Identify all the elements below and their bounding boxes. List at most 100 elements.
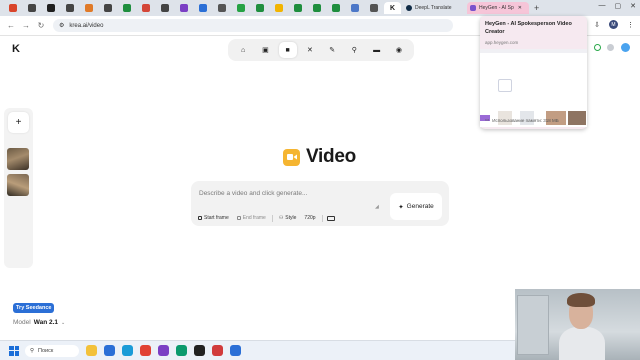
assets-icon[interactable]: ▬ xyxy=(368,42,386,58)
prompt-input[interactable]: Describe a video and click generate... xyxy=(199,190,307,197)
github-icon[interactable] xyxy=(194,345,205,356)
edge-icon[interactable] xyxy=(122,345,133,356)
browser-tab[interactable] xyxy=(137,2,154,14)
memory-usage: ▭ Использование памяти: 318 МБ xyxy=(485,117,559,123)
swirl-icon xyxy=(217,4,226,12)
chrome-beta-icon[interactable] xyxy=(230,345,241,356)
minimize-icon[interactable]: — xyxy=(599,2,606,10)
store-icon[interactable] xyxy=(104,345,115,356)
edit-icon[interactable]: ✎ xyxy=(323,42,341,58)
krea-icon: K xyxy=(389,4,396,12)
brush-icon xyxy=(350,4,359,12)
window-controls: — ▢ ✕ xyxy=(599,2,637,10)
whatsapp-icon xyxy=(236,4,245,12)
window-close-icon[interactable]: ✕ xyxy=(630,2,636,10)
start-button[interactable] xyxy=(9,345,19,356)
style-icon: ⚇ xyxy=(278,215,284,221)
new-tab-button[interactable]: + xyxy=(534,3,539,13)
reload-icon[interactable]: ↻ xyxy=(37,21,45,30)
history-thumbnail[interactable] xyxy=(7,174,29,196)
home-icon[interactable]: ⌂ xyxy=(234,42,252,58)
heygen-icon xyxy=(470,5,476,11)
video-camera-icon xyxy=(283,148,300,166)
generate-button[interactable]: ✦ Generate xyxy=(390,193,442,220)
status-icon[interactable] xyxy=(594,44,601,51)
start-frame-button[interactable]: Start frame xyxy=(196,214,231,222)
forward-icon[interactable]: → xyxy=(22,21,30,30)
start-frame-label: Start frame xyxy=(204,215,229,221)
purple-app-icon xyxy=(179,4,188,12)
chat-app-icon[interactable] xyxy=(176,345,187,356)
tab-deepl[interactable]: DeepL Translate xyxy=(403,2,465,14)
browser-tab[interactable] xyxy=(232,2,249,14)
resolution-label: 720p xyxy=(304,215,316,221)
browser-tab[interactable] xyxy=(194,2,211,14)
tab-krea[interactable]: K xyxy=(384,2,401,14)
media-icon[interactable] xyxy=(212,345,223,356)
browser-tab[interactable] xyxy=(156,2,173,14)
train-icon[interactable]: ⚲ xyxy=(345,42,363,58)
history-sidebar: + xyxy=(4,108,33,268)
page-title-text: Video xyxy=(306,146,356,167)
browser-tab[interactable] xyxy=(270,2,287,14)
browser-tab[interactable] xyxy=(61,2,78,14)
browser-tab[interactable] xyxy=(118,2,135,14)
prompt-options: Start frame End frame ⚇ Style 720p xyxy=(196,214,335,222)
rings-icon xyxy=(8,4,17,12)
site-info-icon[interactable]: ⚙ xyxy=(59,22,64,29)
style-label: Style xyxy=(285,215,297,221)
chrome-icon[interactable] xyxy=(140,345,151,356)
browser-tab[interactable] xyxy=(80,2,97,14)
browser-tab[interactable] xyxy=(365,2,382,14)
browser-tab[interactable] xyxy=(308,2,325,14)
user-avatar[interactable] xyxy=(621,43,630,52)
resize-handle-icon[interactable]: ◢ xyxy=(375,204,379,210)
popup-url: app.heygen.com xyxy=(485,40,519,45)
enhance-icon[interactable]: ✕ xyxy=(301,42,319,58)
krea-logo[interactable]: K xyxy=(12,43,20,55)
close-icon[interactable]: ✕ xyxy=(518,5,522,11)
new-generation-button[interactable]: + xyxy=(8,112,29,133)
chevron-down-icon: ⌄ xyxy=(61,319,66,326)
end-frame-label: End frame xyxy=(242,215,266,221)
drive-icon xyxy=(255,4,264,12)
end-frame-button[interactable]: End frame xyxy=(235,214,268,222)
realtime-icon[interactable]: ◉ xyxy=(390,42,408,58)
downloads-icon[interactable]: ⇩ xyxy=(594,21,600,29)
generate-label: Generate xyxy=(406,203,434,210)
file-explorer-icon[interactable] xyxy=(86,345,97,356)
chat-icon xyxy=(198,4,207,12)
aspect-ratio-icon[interactable] xyxy=(326,215,335,221)
tab-heygen[interactable]: HeyGen - AI Sp ✕ xyxy=(467,2,529,14)
ring-icon xyxy=(65,4,74,12)
browser-tab[interactable] xyxy=(289,2,306,14)
browser-tab[interactable] xyxy=(327,2,344,14)
address-bar[interactable]: ⚙ krea.ai/video xyxy=(53,19,453,32)
image-icon[interactable]: ▣ xyxy=(256,42,274,58)
url-text: krea.ai/video xyxy=(69,22,104,29)
model-selector[interactable]: Model Wan 2.1 ⌄ xyxy=(13,319,65,326)
browser-tab[interactable] xyxy=(251,2,268,14)
browser-tab[interactable] xyxy=(42,2,59,14)
browser-tab[interactable] xyxy=(4,2,21,14)
browser-tab[interactable] xyxy=(23,2,40,14)
browser-tab[interactable] xyxy=(175,2,192,14)
memory-text: Использование памяти: 318 МБ xyxy=(492,117,559,123)
settings-icon[interactable] xyxy=(607,44,614,51)
profile-avatar[interactable]: M xyxy=(609,20,618,29)
app-icon[interactable] xyxy=(158,345,169,356)
back-icon[interactable]: ← xyxy=(7,21,15,30)
resolution-button[interactable]: 720p xyxy=(302,214,317,222)
style-button[interactable]: ⚇ Style xyxy=(277,214,299,222)
history-thumbnail[interactable] xyxy=(7,148,29,170)
browser-tab[interactable] xyxy=(213,2,230,14)
try-seedance-badge[interactable]: Try Seedance xyxy=(13,303,55,313)
video-icon[interactable]: ■ xyxy=(278,42,297,58)
menu-icon[interactable]: ⋮ xyxy=(627,21,634,29)
gmail-icon xyxy=(141,4,150,12)
browser-tab[interactable] xyxy=(99,2,116,14)
maximize-icon[interactable]: ▢ xyxy=(615,2,622,10)
background-door xyxy=(517,295,549,355)
taskbar-search[interactable]: ⚲ Поиск xyxy=(25,344,79,357)
browser-tab[interactable] xyxy=(346,2,363,14)
